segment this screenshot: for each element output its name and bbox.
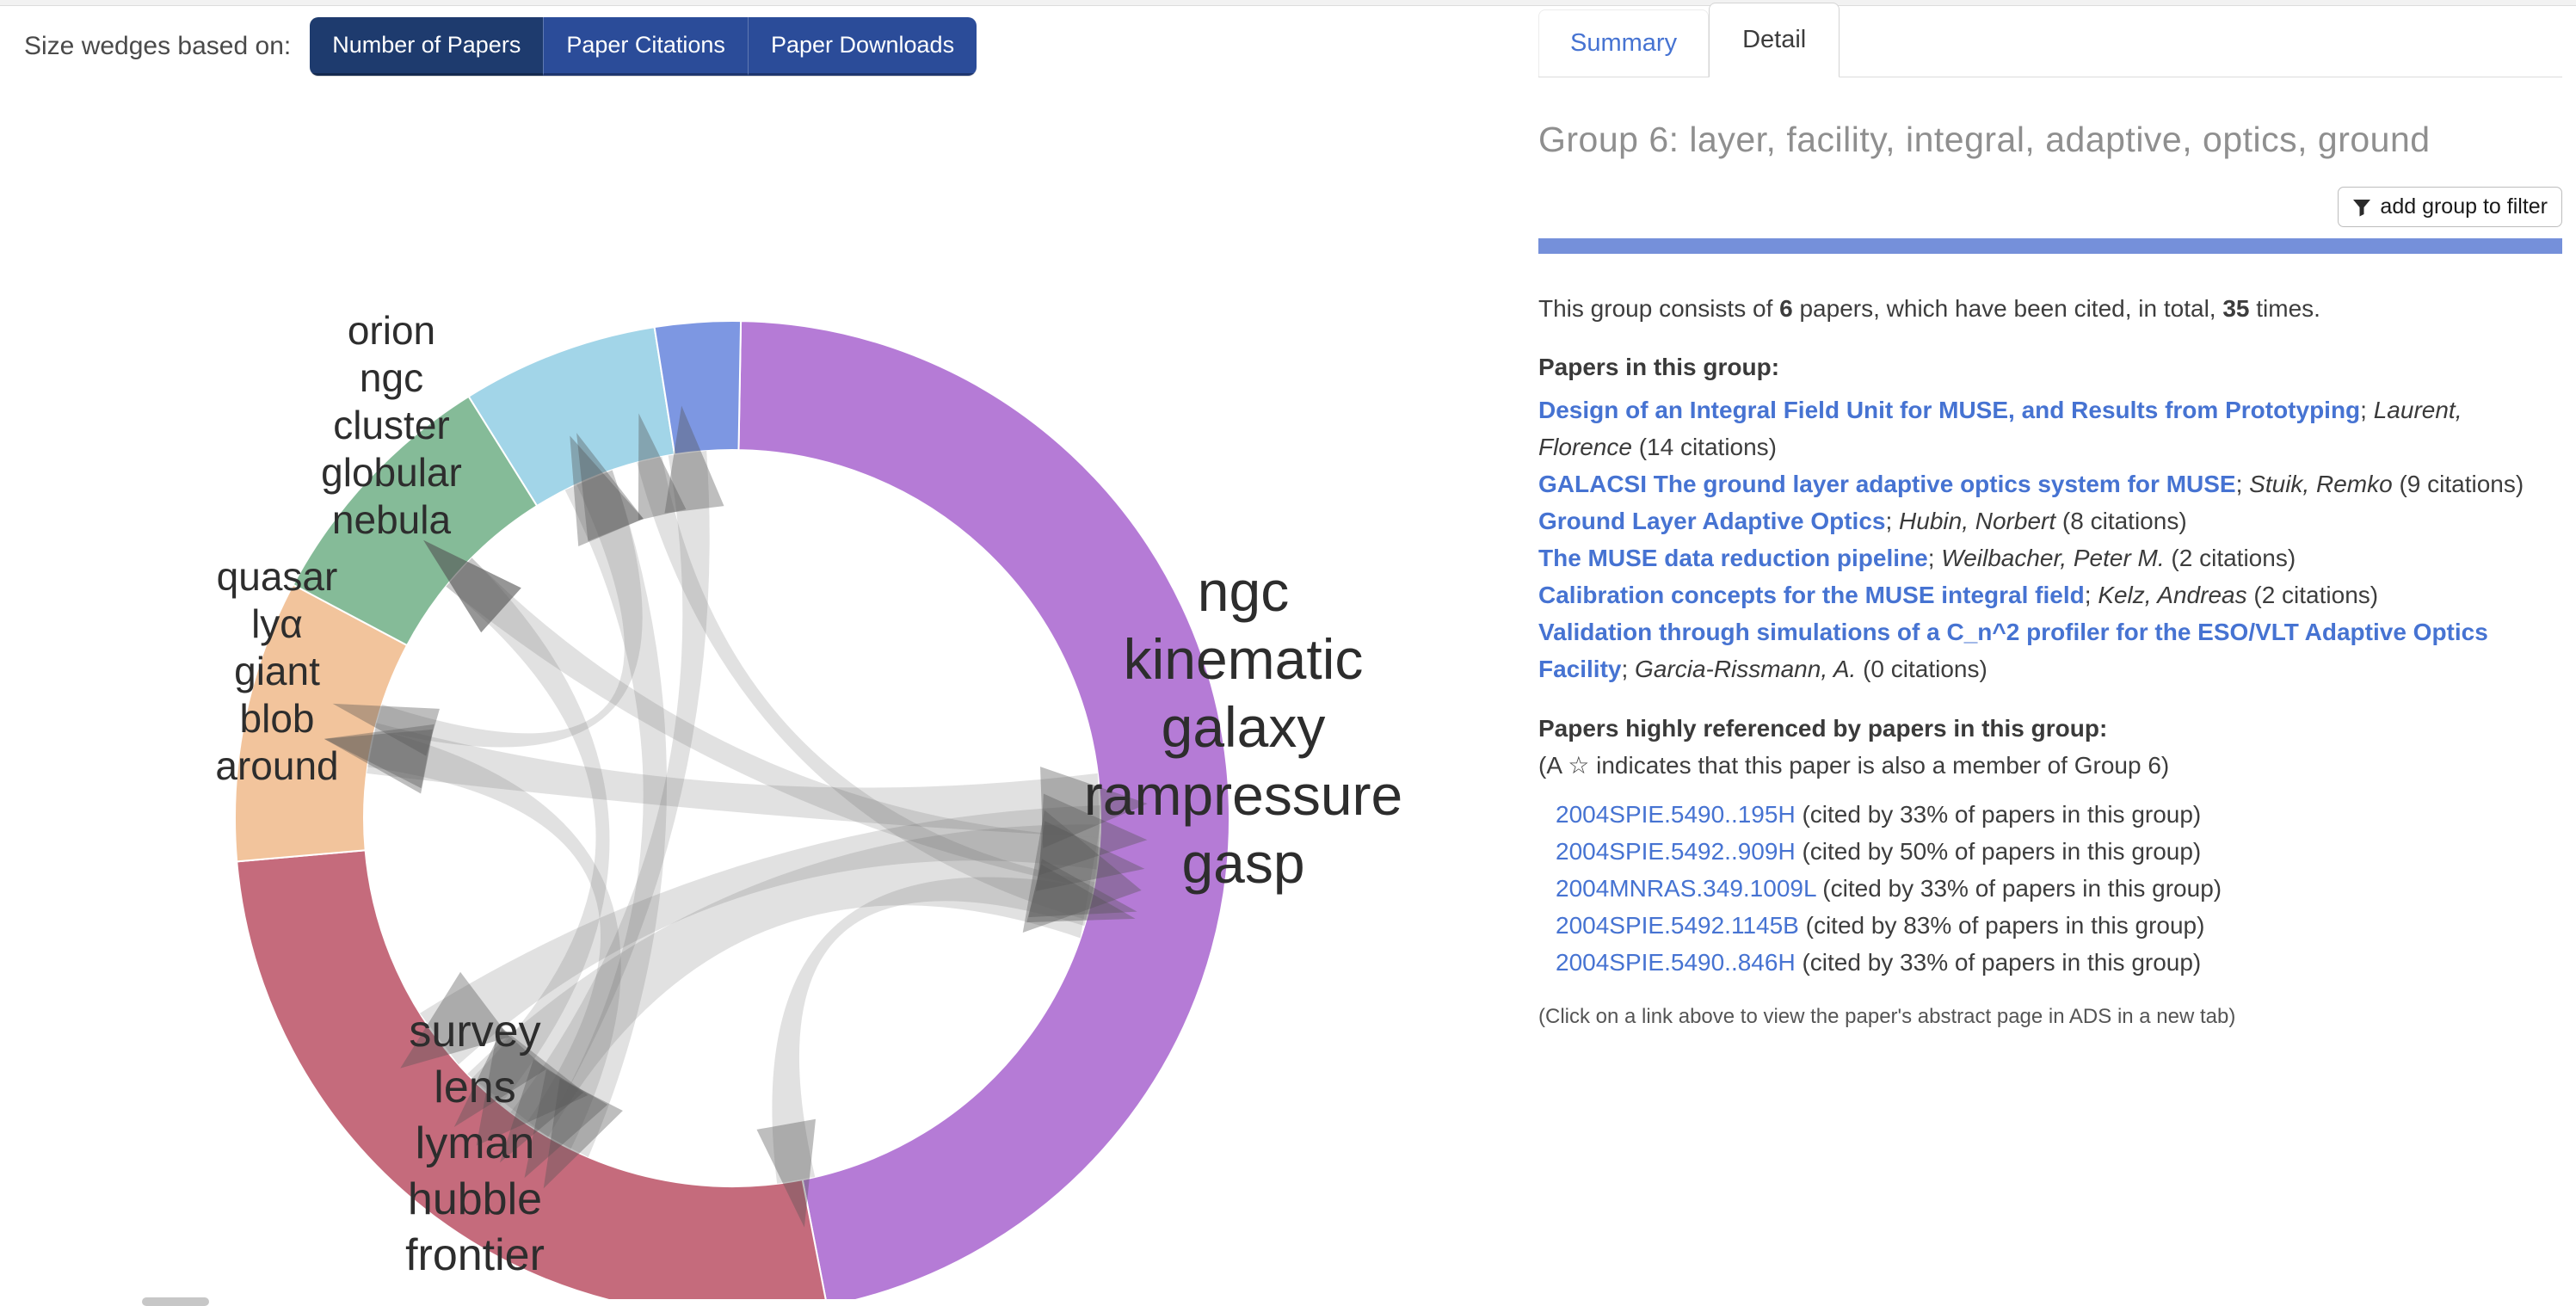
detail-tabs: Summary Detail xyxy=(1538,7,2562,77)
papers-in-group-heading: Papers in this group: xyxy=(1538,354,2562,381)
wedge-label-lens: lens xyxy=(434,1063,515,1112)
paper-author: Hubin, Norbert xyxy=(1899,508,2055,534)
papers-in-group-list: Design of an Integral Field Unit for MUS… xyxy=(1538,391,2562,687)
paper-citation-count: (8 citations) xyxy=(2055,508,2187,534)
wedge-label-orion: orion xyxy=(348,308,435,353)
add-group-to-filter-button[interactable]: add group to filter xyxy=(2338,187,2562,227)
paper-link[interactable]: The MUSE data reduction pipeline xyxy=(1538,545,1928,571)
paper-citation-count: (14 citations) xyxy=(1632,434,1777,460)
ads-link-hint: (Click on a link above to view the paper… xyxy=(1538,1005,2562,1029)
wedge-label-globular: globular xyxy=(321,450,462,495)
paper-citation-count: (0 citations) xyxy=(1856,656,1987,682)
wedge-label-giant: giant xyxy=(234,649,320,693)
paper-author: Weilbacher, Peter M. xyxy=(1941,545,2164,571)
chord-diagram-pane: ngckinematicgalaxyrampressuregaspsurveyl… xyxy=(0,7,1514,1299)
referenced-entry: 2004SPIE.5490..195H (cited by 33% of pap… xyxy=(1556,796,2562,833)
paper-citation-count: (9 citations) xyxy=(2393,471,2524,497)
summary-suffix: times. xyxy=(2250,295,2320,322)
paper-entry: Calibration concepts for the MUSE integr… xyxy=(1538,576,2562,613)
bibcode-link[interactable]: 2004SPIE.5492..909H xyxy=(1556,838,1796,865)
tab-detail[interactable]: Detail xyxy=(1709,3,1840,77)
size-wedges-button-paper-citations[interactable]: Paper Citations xyxy=(543,17,748,76)
wedge-label-survey: survey xyxy=(409,1007,540,1057)
wedge-label-lyman: lyman xyxy=(416,1118,535,1168)
wedge-label-ngc: ngc xyxy=(1198,559,1289,623)
referenced-entry: 2004SPIE.5490..846H (cited by 33% of pap… xyxy=(1556,944,2562,981)
cited-by-note: (cited by 83% of papers in this group) xyxy=(1799,912,2205,939)
highly-referenced-heading: Papers highly referenced by papers in th… xyxy=(1538,715,2562,742)
wedge-label-quasar: quasar xyxy=(217,554,338,599)
size-wedges-button-number-of-papers[interactable]: Number of Papers xyxy=(310,17,543,76)
filter-funnel-icon xyxy=(2352,198,2371,217)
wedge-label-around: around xyxy=(215,743,338,788)
wedge-label-ngc: ngc xyxy=(360,355,423,400)
cited-by-note: (cited by 33% of papers in this group) xyxy=(1816,875,2222,902)
cited-by-note: (cited by 33% of papers in this group) xyxy=(1796,801,2202,828)
wedge-label-hubble: hubble xyxy=(408,1174,542,1224)
paper-citation-count: (2 citations) xyxy=(2247,582,2379,608)
paper-entry: Validation through simulations of a C_n^… xyxy=(1538,613,2562,687)
paper-count: 6 xyxy=(1779,295,1793,322)
group-color-bar xyxy=(1538,238,2562,254)
summary-mid: papers, which have been cited, in total, xyxy=(1793,295,2223,322)
wedge-label-kinematic: kinematic xyxy=(1124,627,1364,691)
paper-author: Kelz, Andreas xyxy=(2098,582,2246,608)
tab-summary[interactable]: Summary xyxy=(1538,9,1709,77)
bibcode-link[interactable]: 2004SPIE.5490..846H xyxy=(1556,949,1796,976)
referenced-papers-list: 2004SPIE.5490..195H (cited by 33% of pap… xyxy=(1538,796,2562,981)
wedge-label-ly: lyα xyxy=(251,601,303,646)
paper-entry: Ground Layer Adaptive Optics; Hubin, Nor… xyxy=(1538,502,2562,539)
summary-prefix: This group consists of xyxy=(1538,295,1779,322)
group-summary-sentence: This group consists of 6 papers, which h… xyxy=(1538,292,2562,326)
paper-entry: GALACSI The ground layer adaptive optics… xyxy=(1538,465,2562,502)
paper-entry: The MUSE data reduction pipeline; Weilba… xyxy=(1538,539,2562,576)
add-group-to-filter-label: add group to filter xyxy=(2380,194,2548,219)
size-wedges-controls: Size wedges based on: Number of PapersPa… xyxy=(24,17,977,76)
referenced-entry: 2004MNRAS.349.1009L (cited by 33% of pap… xyxy=(1556,870,2562,907)
paper-author: Garcia-Rissmann, A. xyxy=(1635,656,1856,682)
top-strip xyxy=(0,0,2576,6)
size-wedges-button-paper-downloads[interactable]: Paper Downloads xyxy=(748,17,977,76)
cited-by-note: (cited by 33% of papers in this group) xyxy=(1796,949,2202,976)
group-title: Group 6: layer, facility, integral, adap… xyxy=(1538,115,2536,164)
wedge-label-gasp: gasp xyxy=(1181,831,1304,895)
bibcode-link[interactable]: 2004MNRAS.349.1009L xyxy=(1556,875,1816,902)
referenced-entry: 2004SPIE.5492.1145B (cited by 83% of pap… xyxy=(1556,907,2562,944)
paper-author: Stuik, Remko xyxy=(2249,471,2393,497)
wedge-label-frontier: frontier xyxy=(405,1230,545,1280)
paper-link[interactable]: Design of an Integral Field Unit for MUS… xyxy=(1538,397,2360,423)
size-wedges-label: Size wedges based on: xyxy=(24,32,291,61)
filter-row: add group to filter xyxy=(1538,187,2562,227)
paper-group-chord-chart: ngckinematicgalaxyrampressuregaspsurveyl… xyxy=(0,7,1514,1299)
cited-by-note: (cited by 50% of papers in this group) xyxy=(1796,838,2202,865)
paper-link[interactable]: Ground Layer Adaptive Optics xyxy=(1538,508,1885,534)
paper-link[interactable]: GALACSI The ground layer adaptive optics… xyxy=(1538,471,2236,497)
wedge-label-nebula: nebula xyxy=(332,497,452,542)
wedge-label-galaxy: galaxy xyxy=(1162,695,1326,759)
referenced-entry: 2004SPIE.5492..909H (cited by 50% of pap… xyxy=(1556,833,2562,870)
star-legend-note: (A ☆ indicates that this paper is also a… xyxy=(1538,748,2562,784)
paper-link[interactable]: Calibration concepts for the MUSE integr… xyxy=(1538,582,2085,608)
bibcode-link[interactable]: 2004SPIE.5492.1145B xyxy=(1556,912,1799,939)
wedge-label-rampressure: rampressure xyxy=(1084,763,1402,827)
paper-citation-count: (2 citations) xyxy=(2165,545,2296,571)
wedge-label-blob: blob xyxy=(240,696,315,741)
size-wedges-button-group: Number of PapersPaper CitationsPaper Dow… xyxy=(310,17,977,76)
group-detail-pane: Summary Detail Group 6: layer, facility,… xyxy=(1538,7,2562,1029)
citation-total: 35 xyxy=(2222,295,2249,322)
wedge-label-cluster: cluster xyxy=(333,403,449,447)
bibcode-link[interactable]: 2004SPIE.5490..195H xyxy=(1556,801,1796,828)
paper-entry: Design of an Integral Field Unit for MUS… xyxy=(1538,391,2562,465)
